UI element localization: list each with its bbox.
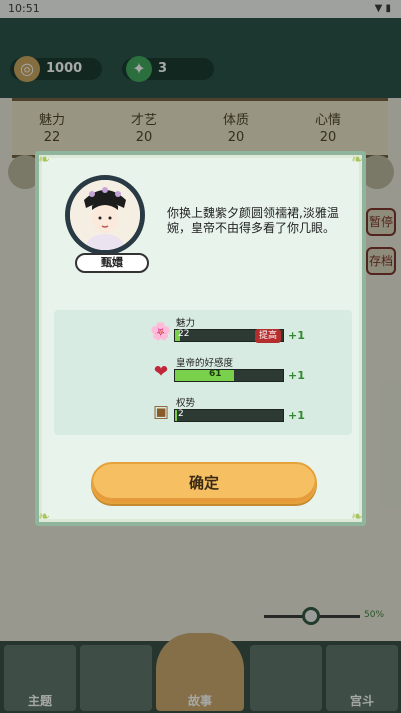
character-portrait: [65, 175, 145, 255]
character-name: 甄嬛: [75, 253, 149, 273]
flower-icon: 🌸: [150, 322, 172, 342]
event-dialog: ❧ ❧ ❧ ❧ 甄嬛 你换上魏紫夕颜圆领襦裙,淡雅温婉，皇帝不由得多看了你几眼。…: [35, 151, 366, 526]
change-row-power: ▣ 权势 2 +1: [54, 395, 352, 431]
confirm-button[interactable]: 确定: [91, 462, 317, 504]
heart-icon: ❤: [153, 362, 169, 382]
corner-ornament-icon: ❧: [38, 152, 50, 168]
progress-fill: [175, 410, 178, 421]
progress-bar: 2: [174, 409, 284, 422]
change-row-charm: 🌸 魅力 22 提高 +1: [150, 318, 305, 343]
corner-ornament-icon: ❧: [351, 152, 363, 168]
event-message: 你换上魏紫夕颜圆领襦裙,淡雅温婉，皇帝不由得多看了你几眼。: [167, 206, 339, 235]
delta-value: +1: [288, 369, 305, 382]
delta-value: +1: [288, 409, 305, 422]
progress-fill: [175, 370, 235, 381]
power-icon: ▣: [152, 402, 170, 422]
change-row-emperor-favor: ❤ 皇帝的好感度 61 +1: [54, 355, 352, 391]
corner-ornament-icon: ❧: [38, 509, 50, 525]
delta-value: +1: [288, 329, 305, 342]
progress-bar: 22 提高: [174, 329, 284, 343]
boost-badge: 提高: [255, 329, 282, 343]
attribute-changes: 🌸 魅力 22 提高 +1 ❤ 皇帝的好感度 61 +1 ▣ 权势 2 +1: [54, 310, 352, 435]
progress-bar: 61: [174, 369, 284, 382]
corner-ornament-icon: ❧: [351, 509, 363, 525]
